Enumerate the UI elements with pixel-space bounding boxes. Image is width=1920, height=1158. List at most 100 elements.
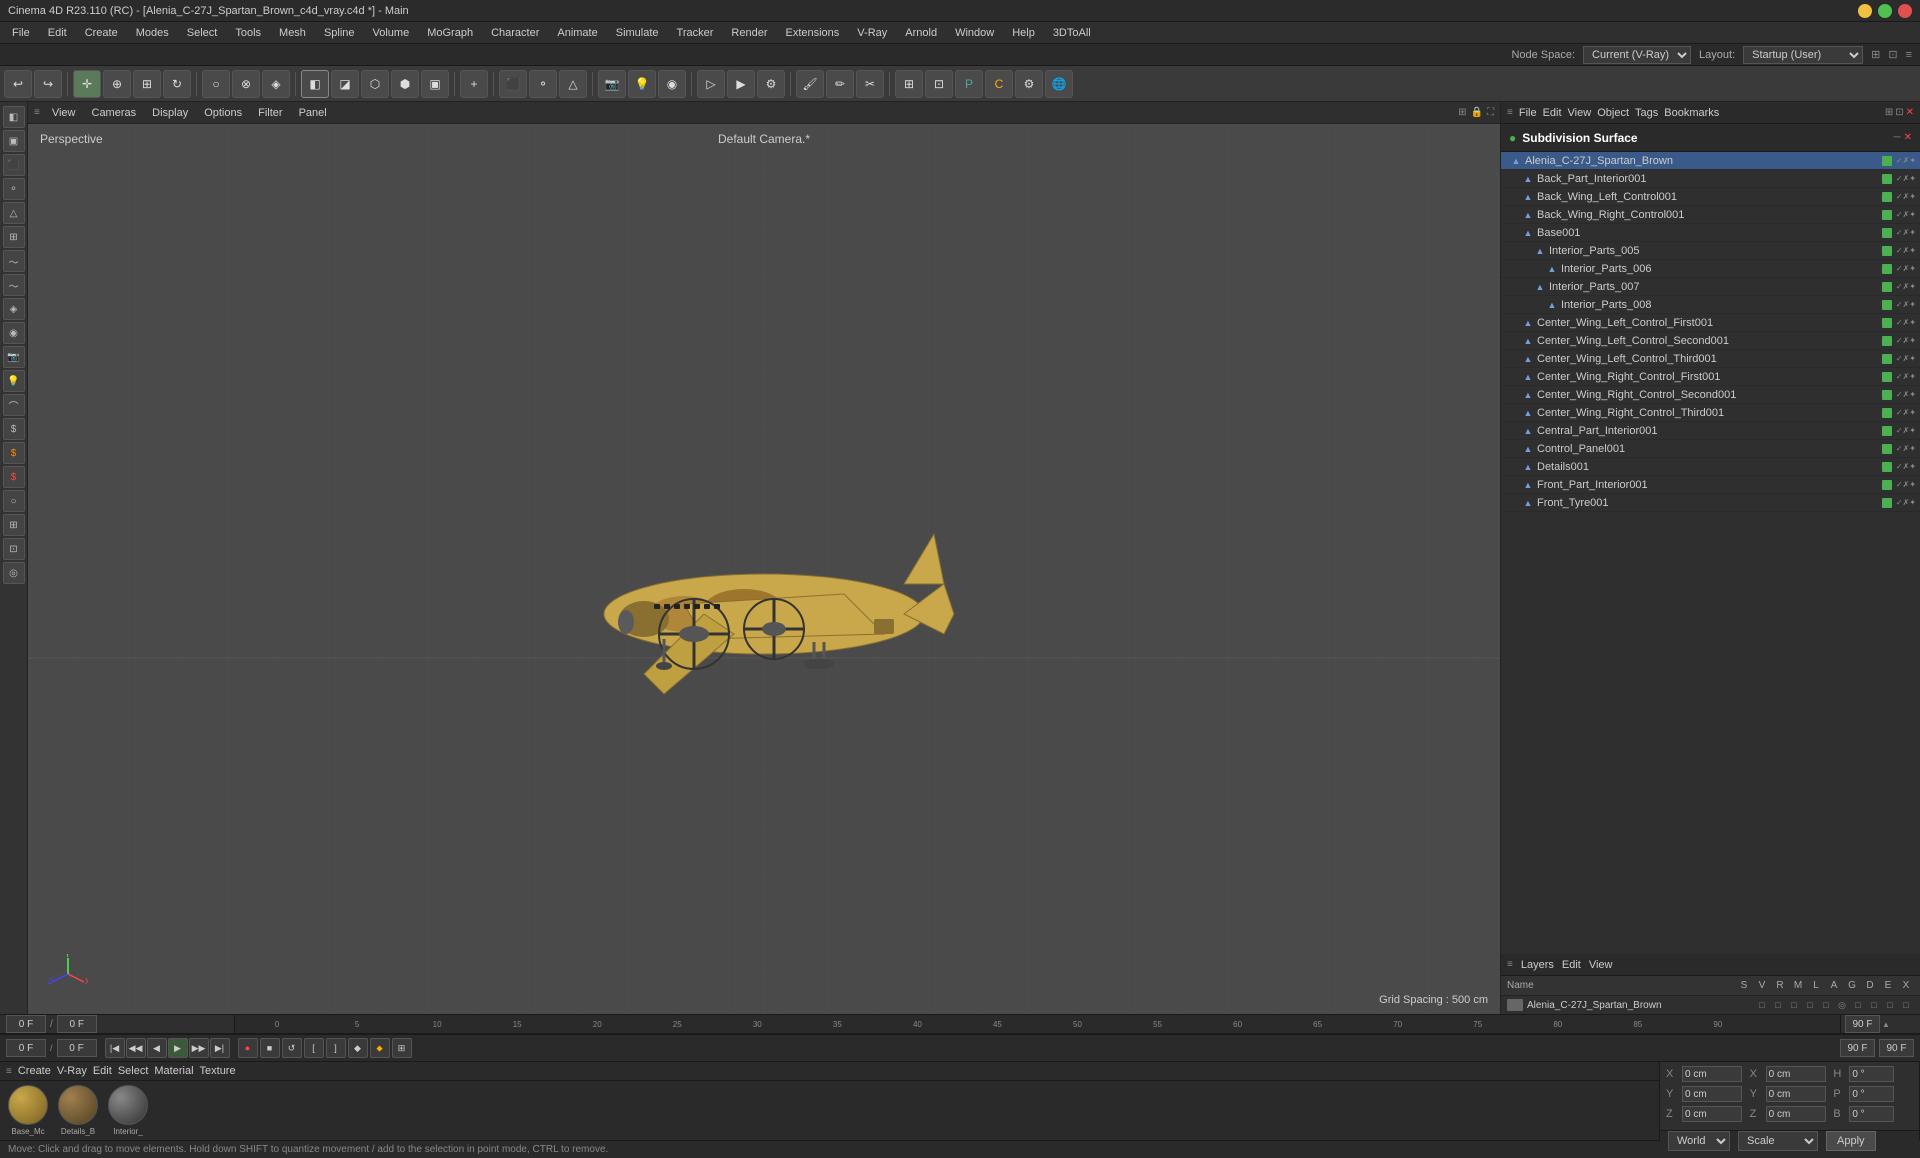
vp-fullscreen-icon[interactable]: ⛶ bbox=[1487, 107, 1494, 118]
menu-volume[interactable]: Volume bbox=[365, 25, 418, 41]
close-button[interactable] bbox=[1898, 4, 1912, 18]
sidebar-model-icon[interactable]: ◧ bbox=[3, 106, 25, 128]
sidebar-checkerboard-icon[interactable]: ▣ bbox=[3, 130, 25, 152]
menu-edit[interactable]: Edit bbox=[40, 25, 75, 41]
render-settings[interactable]: ⚙ bbox=[757, 70, 785, 98]
mat-menu-material[interactable]: Material bbox=[154, 1065, 193, 1077]
cone-button[interactable]: △ bbox=[559, 70, 587, 98]
obj-menu-bookmarks[interactable]: Bookmarks bbox=[1664, 107, 1719, 119]
subdiv-minimize-icon[interactable]: ─ bbox=[1894, 132, 1901, 143]
grid-button[interactable]: ⊞ bbox=[895, 70, 923, 98]
obj-row-control-panel[interactable]: ▲ Control_Panel001 ✓✗✦ bbox=[1501, 440, 1920, 458]
cube-button[interactable]: ⬛ bbox=[499, 70, 527, 98]
vp-lock-icon[interactable]: 🔒 bbox=[1471, 107, 1483, 118]
camera-button[interactable]: 📷 bbox=[598, 70, 626, 98]
redo-button[interactable]: ↪ bbox=[34, 70, 62, 98]
obj-row-cwrcf001[interactable]: ▲ Center_Wing_Right_Control_First001 ✓✗✦ bbox=[1501, 368, 1920, 386]
obj-row-cwrcs001[interactable]: ▲ Center_Wing_Right_Control_Second001 ✓✗… bbox=[1501, 386, 1920, 404]
knife-tool[interactable]: ✂ bbox=[856, 70, 884, 98]
sidebar-cone-icon[interactable]: △ bbox=[3, 202, 25, 224]
vp-menu-cameras[interactable]: Cameras bbox=[88, 107, 141, 119]
vp-menu-panel[interactable]: Panel bbox=[295, 107, 331, 119]
coord-p-input[interactable] bbox=[1849, 1086, 1894, 1102]
scale-select[interactable]: Scale bbox=[1738, 1131, 1818, 1151]
coord-z-input[interactable] bbox=[1682, 1106, 1742, 1122]
world-select[interactable]: World Object bbox=[1668, 1131, 1730, 1151]
coord-x-input[interactable] bbox=[1682, 1066, 1742, 1082]
mat-thumb-details[interactable] bbox=[58, 1085, 98, 1125]
menu-select[interactable]: Select bbox=[179, 25, 226, 41]
subdiv-close-icon[interactable]: ✕ bbox=[1904, 132, 1912, 143]
vp-menu-display[interactable]: Display bbox=[148, 107, 192, 119]
coffee-button[interactable]: C bbox=[985, 70, 1013, 98]
obj-row-base001[interactable]: ▲ Base001 ✓✗✦ bbox=[1501, 224, 1920, 242]
coord-y2-input[interactable] bbox=[1766, 1086, 1826, 1102]
obj-row-details001[interactable]: ▲ Details001 ✓✗✦ bbox=[1501, 458, 1920, 476]
frame-max-input2[interactable] bbox=[1879, 1039, 1914, 1057]
stop-button[interactable]: ■ bbox=[260, 1038, 280, 1058]
obj-row-cwlcf001[interactable]: ▲ Center_Wing_Left_Control_First001 ✓✗✦ bbox=[1501, 314, 1920, 332]
menu-animate[interactable]: Animate bbox=[549, 25, 605, 41]
obj-row-interior007[interactable]: ▲ Interior_Parts_007 ✓✗✦ bbox=[1501, 278, 1920, 296]
move-button[interactable]: ⊕ bbox=[103, 70, 131, 98]
sidebar-camera-icon[interactable]: 📷 bbox=[3, 346, 25, 368]
record-button[interactable]: ● bbox=[238, 1038, 258, 1058]
mat-menu-select[interactable]: Select bbox=[118, 1065, 149, 1077]
obj-row-central-part[interactable]: ▲ Central_Part_Interior001 ✓✗✦ bbox=[1501, 422, 1920, 440]
mat-thumb-base[interactable] bbox=[8, 1085, 48, 1125]
menu-file[interactable]: File bbox=[4, 25, 38, 41]
loop-button[interactable]: ↺ bbox=[282, 1038, 302, 1058]
obj-menu-view[interactable]: View bbox=[1568, 107, 1592, 119]
sidebar-dollar-icon[interactable]: $ bbox=[3, 418, 25, 440]
menu-vray[interactable]: V-Ray bbox=[849, 25, 895, 41]
coord-x2-input[interactable] bbox=[1766, 1066, 1826, 1082]
mat-item-details[interactable]: Details_B bbox=[56, 1085, 100, 1136]
prev-button[interactable]: ◀ bbox=[147, 1038, 167, 1058]
obj-menu-edit[interactable]: Edit bbox=[1543, 107, 1562, 119]
obj-close-icon[interactable]: ✕ bbox=[1906, 107, 1914, 118]
render-preview[interactable]: ▷ bbox=[697, 70, 725, 98]
paint-tool[interactable]: 🖌 bbox=[796, 70, 824, 98]
current-frame-input[interactable] bbox=[6, 1015, 46, 1033]
obj-row-back-wing-left[interactable]: ▲ Back_Wing_Left_Control001 ✓✗✦ bbox=[1501, 188, 1920, 206]
menu-render[interactable]: Render bbox=[723, 25, 775, 41]
menu-help[interactable]: Help bbox=[1004, 25, 1043, 41]
obj-menu-tags[interactable]: Tags bbox=[1635, 107, 1658, 119]
anim-frame-input2[interactable] bbox=[57, 1039, 97, 1057]
coord-b-input[interactable] bbox=[1849, 1106, 1894, 1122]
mark-out-button[interactable]: ] bbox=[326, 1038, 346, 1058]
vp-menu-options[interactable]: Options bbox=[200, 107, 246, 119]
obj-row-back-part[interactable]: ▲ Back_Part_Interior001 ✓✗✦ bbox=[1501, 170, 1920, 188]
object-axis-button[interactable]: ○ bbox=[202, 70, 230, 98]
obj-row-cwrct001[interactable]: ▲ Center_Wing_Right_Control_Third001 ✓✗✦ bbox=[1501, 404, 1920, 422]
anim-frame-input[interactable] bbox=[6, 1039, 46, 1057]
light-button[interactable]: 💡 bbox=[628, 70, 656, 98]
maximize-button[interactable] bbox=[1878, 4, 1892, 18]
viewport[interactable]: Perspective Default Camera.* Grid Spacin… bbox=[28, 124, 1500, 1014]
apply-button[interactable]: Apply bbox=[1826, 1131, 1876, 1151]
minimize-button[interactable] bbox=[1858, 4, 1872, 18]
sculpt-tool[interactable]: ✏ bbox=[826, 70, 854, 98]
undo-button[interactable]: ↩ bbox=[4, 70, 32, 98]
sidebar-sphere-icon[interactable]: ⚬ bbox=[3, 178, 25, 200]
mat-menu-vray[interactable]: V-Ray bbox=[57, 1065, 87, 1077]
sidebar-grid-icon[interactable]: ⊞ bbox=[3, 226, 25, 248]
browser-button[interactable]: 🌐 bbox=[1045, 70, 1073, 98]
play-button[interactable]: ▶ bbox=[168, 1038, 188, 1058]
mat-menu-texture[interactable]: Texture bbox=[200, 1065, 236, 1077]
vp-expand-icon[interactable]: ⊞ bbox=[1458, 107, 1466, 118]
sidebar-cube-icon[interactable]: ⬛ bbox=[3, 154, 25, 176]
obj-menu-object[interactable]: Object bbox=[1597, 107, 1629, 119]
sidebar-ring-icon[interactable]: ○ bbox=[3, 490, 25, 512]
layers-menu[interactable]: Layers bbox=[1521, 959, 1554, 971]
settings-button[interactable]: ⚙ bbox=[1015, 70, 1043, 98]
sidebar-line-icon[interactable]: ⌒ bbox=[3, 394, 25, 416]
mat-thumb-interior[interactable] bbox=[108, 1085, 148, 1125]
timeline-mode-button[interactable]: ⊞ bbox=[392, 1038, 412, 1058]
menu-arnold[interactable]: Arnold bbox=[897, 25, 945, 41]
obj-row-cwlct001[interactable]: ▲ Center_Wing_Left_Control_Third001 ✓✗✦ bbox=[1501, 350, 1920, 368]
coord-z2-input[interactable] bbox=[1766, 1106, 1826, 1122]
sidebar-hatch-icon[interactable]: ⊞ bbox=[3, 514, 25, 536]
parent-button[interactable]: ◈ bbox=[262, 70, 290, 98]
snap-button[interactable]: ⊡ bbox=[925, 70, 953, 98]
